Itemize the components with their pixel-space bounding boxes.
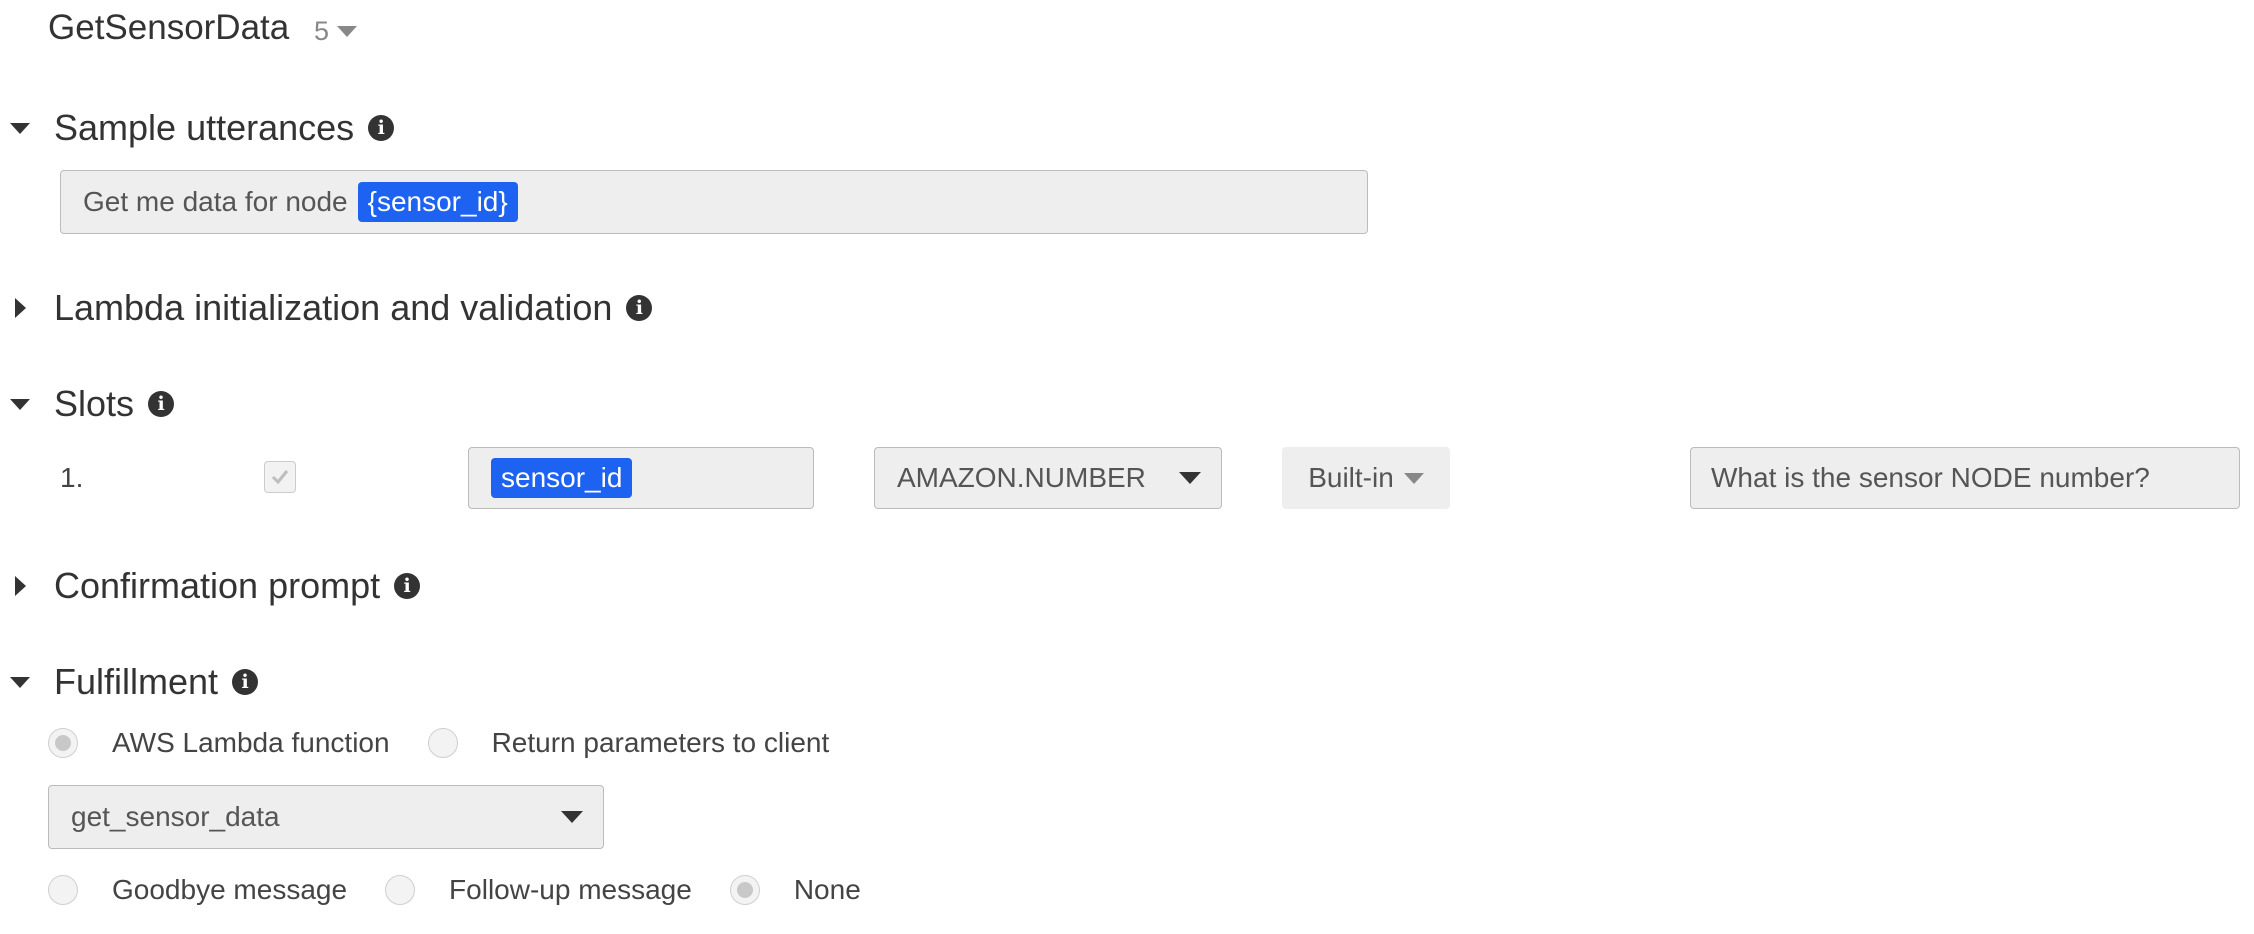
- lambda-function-select[interactable]: get_sensor_data: [48, 785, 604, 849]
- message-options: Goodbye message Follow-up message None: [48, 874, 861, 906]
- collapse-toggle-icon[interactable]: [0, 380, 40, 428]
- checkmark-icon: [271, 470, 289, 485]
- lambda-function-value: get_sensor_data: [71, 801, 280, 832]
- radio-label-followup: Follow-up message: [449, 874, 692, 905]
- required-checkbox[interactable]: [264, 461, 296, 493]
- section-label: Lambda initialization and validation: [54, 287, 613, 328]
- section-fulfillment[interactable]: Fulfillment i: [0, 658, 259, 706]
- utterance-text: Get me data for node: [83, 186, 348, 217]
- radio-aws-lambda[interactable]: [48, 728, 78, 758]
- radio-label-none: None: [793, 874, 861, 905]
- slot-prompt-value: What is the sensor NODE number?: [1711, 462, 2150, 493]
- chevron-down-icon: [561, 811, 583, 823]
- radio-none[interactable]: [729, 875, 760, 905]
- section-confirmation[interactable]: Confirmation prompt i: [0, 562, 421, 610]
- section-lambda-init[interactable]: Lambda initialization and validation i: [0, 284, 653, 332]
- info-icon[interactable]: i: [148, 391, 175, 417]
- section-label: Fulfillment: [54, 661, 219, 702]
- radio-followup-message[interactable]: [385, 875, 416, 905]
- collapse-toggle-icon[interactable]: [0, 658, 40, 706]
- info-icon[interactable]: i: [626, 295, 653, 321]
- expand-toggle-icon[interactable]: [0, 562, 40, 610]
- radio-goodbye-message[interactable]: [48, 875, 78, 905]
- slot-type-value: AMAZON.NUMBER: [897, 462, 1146, 493]
- radio-return-params[interactable]: [427, 728, 458, 758]
- slot-name-field[interactable]: sensor_id: [468, 447, 814, 509]
- section-label: Slots: [54, 383, 135, 424]
- utterance-field[interactable]: Get me data for node {sensor_id}: [60, 170, 1368, 234]
- slot-prompt-field[interactable]: What is the sensor NODE number?: [1690, 447, 2240, 509]
- section-slots[interactable]: Slots i: [0, 380, 175, 428]
- info-icon[interactable]: i: [368, 115, 395, 141]
- expand-toggle-icon[interactable]: [0, 284, 40, 332]
- radio-label-goodbye: Goodbye message: [112, 874, 348, 905]
- radio-label-aws-lambda: AWS Lambda function: [112, 727, 390, 758]
- version-dropdown[interactable]: 5: [314, 16, 358, 47]
- slot-token[interactable]: {sensor_id}: [357, 182, 518, 222]
- slot-source-dropdown[interactable]: Built-in: [1282, 447, 1450, 509]
- slot-type-select[interactable]: AMAZON.NUMBER: [874, 447, 1222, 509]
- intent-title: GetSensorData: [48, 8, 290, 47]
- section-label: Sample utterances: [54, 107, 355, 148]
- info-icon[interactable]: i: [394, 573, 421, 599]
- slot-source-value: Built-in: [1308, 462, 1394, 493]
- collapse-toggle-icon[interactable]: [0, 104, 40, 152]
- info-icon[interactable]: i: [232, 669, 259, 695]
- slot-name-token: sensor_id: [491, 458, 633, 498]
- section-label: Confirmation prompt: [54, 565, 381, 606]
- chevron-down-icon: [1179, 472, 1201, 484]
- section-sample-utterances[interactable]: Sample utterances i: [0, 104, 395, 152]
- chevron-down-icon: [337, 26, 358, 37]
- chevron-down-icon: [1403, 472, 1424, 484]
- fulfillment-options: AWS Lambda function Return parameters to…: [48, 727, 829, 759]
- radio-label-return-params: Return parameters to client: [491, 727, 830, 758]
- version-label: 5: [314, 16, 330, 46]
- slot-index: 1.: [60, 462, 84, 493]
